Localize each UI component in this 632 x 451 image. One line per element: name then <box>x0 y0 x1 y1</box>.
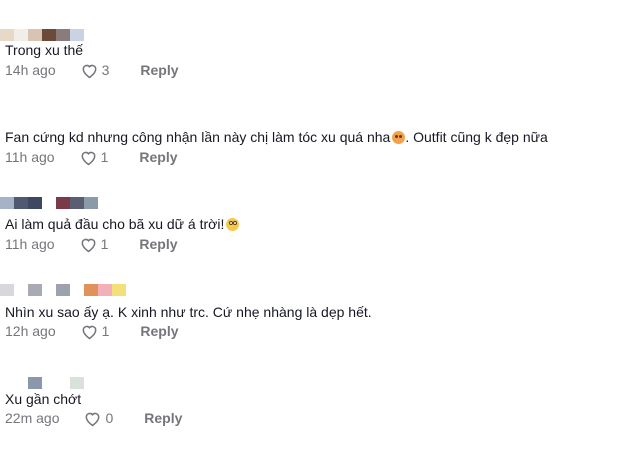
heart-icon <box>86 412 100 426</box>
like-count: 1 <box>100 236 109 252</box>
comment-time: 22m ago <box>5 410 60 426</box>
like-count: 0 <box>105 410 114 426</box>
comment-text: Nhìn xu sao ấy ạ. K xinh như trc. Cứ nhẹ… <box>5 304 372 320</box>
like-button[interactable]: 1 <box>80 323 110 340</box>
heart-icon <box>82 325 97 339</box>
comment-time: 12h ago <box>5 323 56 339</box>
reply-button[interactable]: Reply <box>140 62 178 78</box>
comment-meta: 14h ago 3 Reply <box>5 61 179 79</box>
redacted-username <box>0 376 84 390</box>
comment-text: Trong xu thế <box>5 42 84 58</box>
comment-time: 14h ago <box>5 62 56 78</box>
comment-text-part2: . Outfit cũng k đẹp nữa <box>405 129 548 145</box>
redacted-username <box>0 283 126 297</box>
rolling-eyes-emoji <box>226 218 240 231</box>
like-count: 1 <box>101 323 110 339</box>
like-count: 1 <box>100 149 109 165</box>
angry-face-emoji <box>392 131 406 144</box>
comment-text: Xu gần chớt <box>5 391 82 407</box>
like-button[interactable]: 0 <box>83 410 113 427</box>
like-button[interactable]: 1 <box>79 149 109 166</box>
comment-text: Ai làm quả đầu cho bã xu dữ á trời! <box>5 215 240 233</box>
comment-text: Fan cứng kd nhưng công nhận lần này chị … <box>5 128 548 146</box>
comment-time: 11h ago <box>5 149 55 165</box>
comment-meta: 22m ago 0 Reply <box>5 409 182 427</box>
heart-icon <box>82 64 97 78</box>
comment-meta: 11h ago 1 Reply <box>5 148 178 166</box>
reply-button[interactable]: Reply <box>144 410 182 426</box>
reply-button[interactable]: Reply <box>140 323 178 339</box>
comment-text-part1: Fan cứng kd nhưng công nhận lần này chị … <box>5 129 391 145</box>
heart-icon <box>81 238 96 252</box>
comment-text-part1: Ai làm quả đầu cho bã xu dữ á trời! <box>5 216 225 232</box>
reply-button[interactable]: Reply <box>139 149 177 165</box>
comment-meta: 11h ago 1 Reply <box>5 235 178 253</box>
like-button[interactable]: 3 <box>80 62 110 79</box>
reply-button[interactable]: Reply <box>139 236 177 252</box>
like-button[interactable]: 1 <box>79 236 109 253</box>
comment-meta: 12h ago 1 Reply <box>5 322 179 340</box>
like-count: 3 <box>101 62 110 78</box>
redacted-username <box>0 196 98 210</box>
redacted-username <box>0 28 84 42</box>
comment-time: 11h ago <box>5 236 55 252</box>
heart-icon <box>81 151 96 165</box>
